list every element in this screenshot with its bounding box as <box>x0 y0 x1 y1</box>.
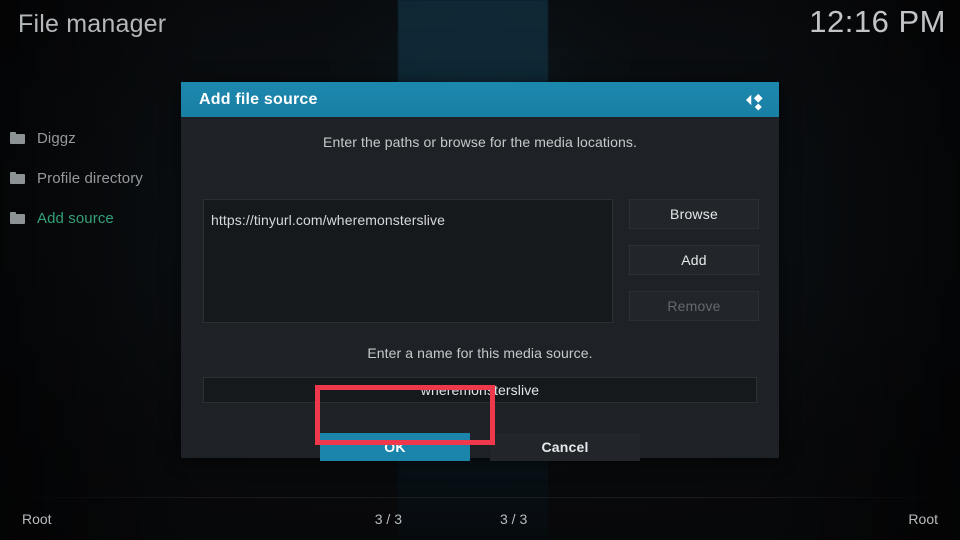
folder-icon <box>10 132 25 144</box>
paths-button-column: Browse Add Remove <box>629 199 759 337</box>
status-right-path: Root <box>908 511 938 527</box>
status-left-path: Root <box>22 511 52 527</box>
clock: 12:16 PM <box>809 4 946 39</box>
cancel-button[interactable]: Cancel <box>490 433 640 461</box>
ok-button[interactable]: OK <box>320 433 470 461</box>
path-list-item[interactable]: https://tinyurl.com/wheremonsterslive <box>204 200 612 228</box>
sidebar-item-diggz[interactable]: Diggz <box>0 118 180 158</box>
add-button[interactable]: Add <box>629 245 759 275</box>
folder-icon <box>10 212 25 224</box>
paths-list[interactable]: https://tinyurl.com/wheremonsterslive <box>203 199 613 323</box>
folder-icon <box>10 172 25 184</box>
browse-button[interactable]: Browse <box>629 199 759 229</box>
source-name-input[interactable]: wheremonsterslive <box>203 377 757 403</box>
dialog-body: Enter the paths or browse for the media … <box>181 117 779 461</box>
status-bar-right: 3 / 3 Root <box>500 506 938 532</box>
status-divider <box>0 497 960 498</box>
paths-hint: Enter the paths or browse for the media … <box>323 134 637 150</box>
sidebar-item-label: Add source <box>37 209 114 227</box>
sidebar-item-label: Diggz <box>37 129 76 147</box>
remove-button: Remove <box>629 291 759 321</box>
sidebar-item-profile-directory[interactable]: Profile directory <box>0 158 180 198</box>
dialog-actions: OK Cancel <box>181 433 779 461</box>
dialog-title: Add file source <box>199 90 318 108</box>
sidebar-item-label: Profile directory <box>37 169 143 187</box>
page-title: File manager <box>18 10 167 38</box>
name-hint: Enter a name for this media source. <box>367 345 593 361</box>
status-bar-left: Root 3 / 3 <box>22 506 402 532</box>
dialog-header: Add file source <box>181 82 779 117</box>
kodi-logo-icon <box>739 86 767 114</box>
add-file-source-dialog: Add file source Enter the paths or brows… <box>181 82 779 461</box>
kodi-file-manager-screen: File manager 12:16 PM Diggz Profile dire… <box>0 0 960 540</box>
status-left-count: 3 / 3 <box>374 511 402 527</box>
sidebar: Diggz Profile directory Add source <box>0 118 180 238</box>
status-right-count: 3 / 3 <box>500 511 528 527</box>
sidebar-item-add-source[interactable]: Add source <box>0 198 180 238</box>
paths-row: https://tinyurl.com/wheremonsterslive Br… <box>203 199 759 323</box>
